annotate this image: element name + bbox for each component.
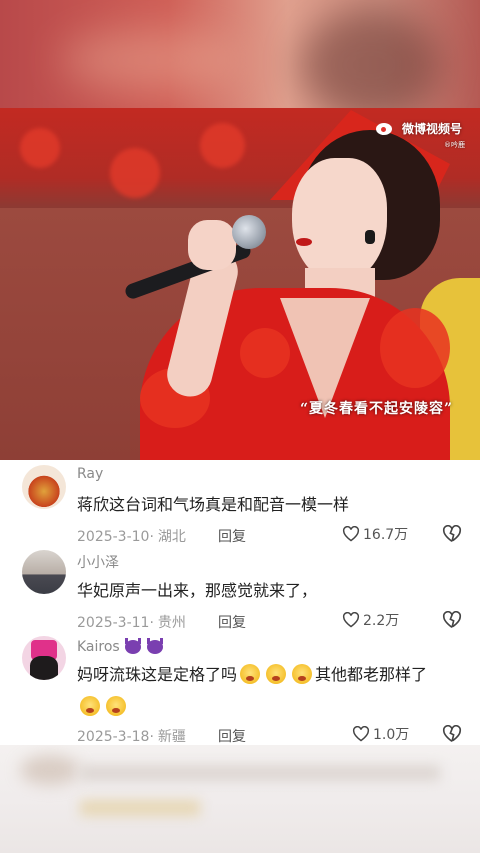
comment-username[interactable]: Kairos — [77, 638, 164, 655]
singer-face — [292, 158, 387, 283]
comment-list: Ray 蒋欣这台词和气场真是和配音一模一样 2025-3-10· 湖北 回复 16… — [0, 460, 480, 745]
heart-icon — [342, 526, 360, 542]
weibo-video-watermark: 微博视频号 — [376, 120, 462, 137]
comment-location: 湖北 — [157, 529, 186, 545]
like-count: 2.2万 — [363, 613, 400, 629]
avatar[interactable] — [22, 465, 66, 509]
avatar[interactable] — [22, 636, 66, 680]
comment-date: 2025-3-18 — [77, 729, 150, 745]
blurred-background-top — [0, 0, 480, 108]
drooling-emoji-icon — [106, 696, 126, 716]
broken-heart-icon[interactable] — [442, 611, 462, 629]
watermark-author: ®吟鹿 — [444, 141, 465, 149]
comment-username[interactable]: 小小泽 — [77, 552, 119, 572]
watermark-text: 微博视频号 — [402, 122, 463, 136]
comment-meta: 2025-3-18· 新疆 — [77, 729, 186, 745]
drooling-emoji-icon — [292, 664, 313, 684]
drooling-emoji-icon — [240, 664, 261, 684]
video-subtitle: “夏冬春看不起安陵容” — [300, 401, 454, 417]
comment-meta: 2025-3-10· 湖北 — [77, 529, 186, 545]
reply-button[interactable]: 回复 — [218, 526, 246, 546]
like-count: 1.0万 — [373, 727, 410, 743]
heart-icon — [342, 612, 360, 628]
video-frame[interactable]: 微博视频号 ®吟鹿 “夏冬春看不起安陵容” — [0, 108, 480, 460]
comment-text: 妈呀流珠这是定格了吗 其他都老那样了 — [77, 659, 462, 723]
weibo-logo-icon — [376, 121, 398, 136]
comment-text: 华妃原声一出来，那感觉就来了， — [77, 581, 318, 600]
comment-text: 蒋欣这台词和气场真是和配音一模一样 — [77, 495, 350, 514]
drooling-emoji-icon — [80, 696, 100, 716]
reply-button[interactable]: 回复 — [218, 726, 246, 746]
comment-date: 2025-3-11 — [77, 615, 150, 631]
reply-button[interactable]: 回复 — [218, 612, 246, 632]
avatar[interactable] — [22, 550, 66, 594]
drooling-emoji-icon — [266, 664, 287, 684]
like-count: 16.7万 — [363, 527, 409, 543]
like-button[interactable]: 16.7万 — [342, 524, 408, 544]
like-button[interactable]: 1.0万 — [352, 724, 409, 744]
comment-username[interactable]: Ray — [77, 466, 103, 482]
microphone-head — [232, 215, 266, 249]
like-button[interactable]: 2.2万 — [342, 610, 399, 630]
devil-emoji-icon — [146, 638, 164, 654]
comment-meta: 2025-3-11· 贵州 — [77, 615, 186, 631]
comment-location: 贵州 — [157, 615, 186, 631]
heart-icon — [352, 726, 370, 742]
broken-heart-icon[interactable] — [442, 525, 462, 543]
comment-date: 2025-3-10 — [77, 529, 150, 545]
blurred-background-bottom — [0, 745, 480, 853]
comment-location: 新疆 — [157, 729, 186, 745]
devil-emoji-icon — [124, 638, 142, 654]
broken-heart-icon[interactable] — [442, 725, 462, 743]
